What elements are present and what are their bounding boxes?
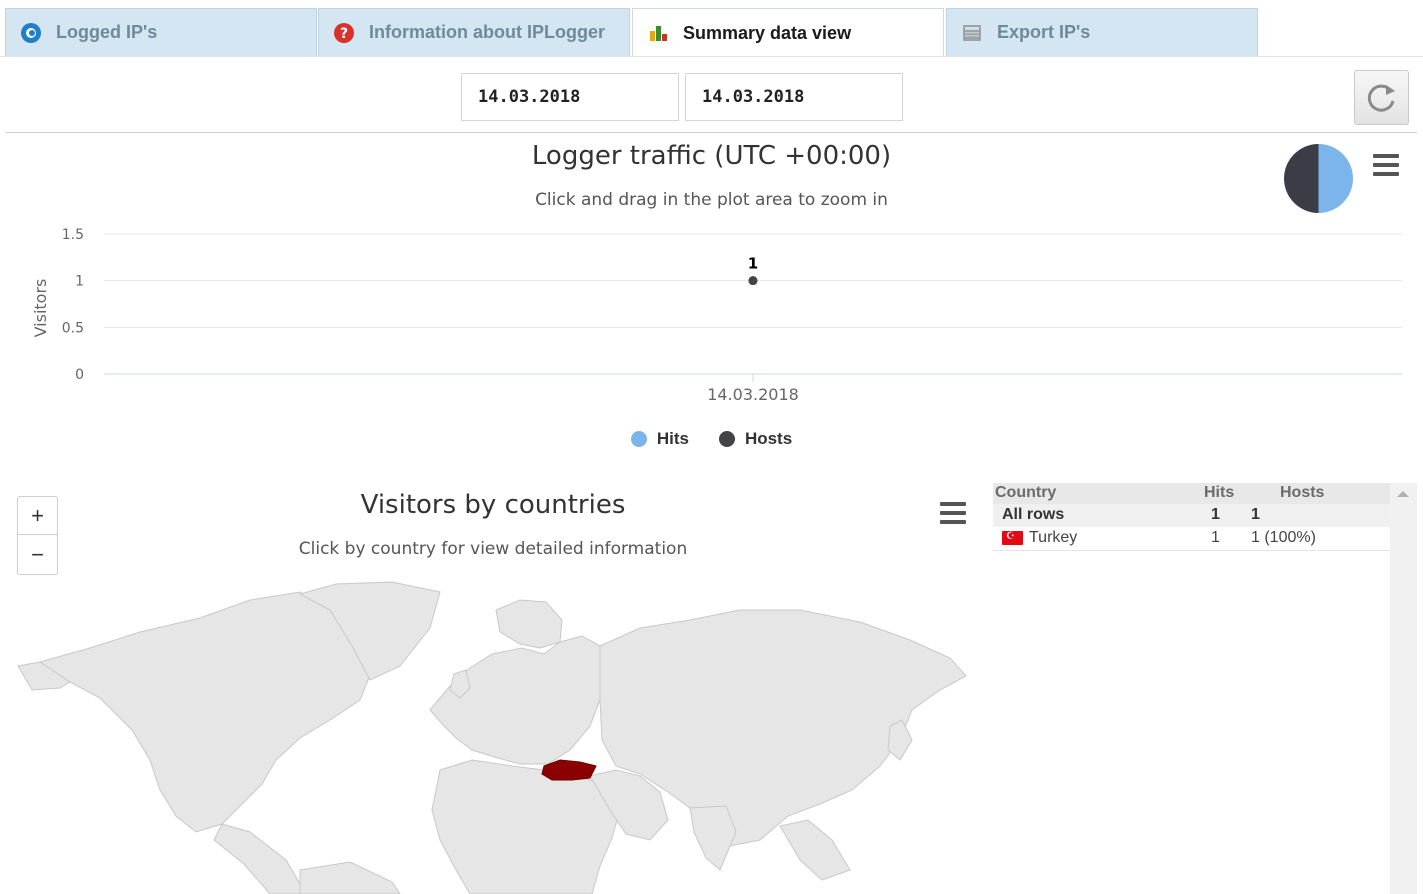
y-tick-label: 1 [75,274,84,290]
legend-label-hits: Hits [656,429,689,448]
map-subtitle: Click by country for view detailed infor… [298,539,688,559]
world-map[interactable] [0,570,986,894]
tab-label: Information about IPLogger [369,22,605,42]
traffic-chart-subtitle: Click and drag in the plot area to zoom … [535,190,888,210]
all-rows-hits: 1 [1211,506,1220,523]
traffic-chart-title: Logger traffic (UTC +00:00) [531,141,892,171]
map-region-central-america [213,823,307,894]
tab-label: Export IP's [997,22,1091,42]
country-cell: Turkey [1002,529,1077,547]
eye-icon [20,22,42,44]
map-region-india [689,805,737,871]
all-rows-hosts: 1 [1251,506,1260,523]
hits-dot-icon [630,431,647,447]
table-row-all-rows[interactable]: All rows 1 1 [993,504,1390,527]
tab-information[interactable]: ? Information about IPLogger [318,8,630,56]
map-title: Visitors by countries [360,490,626,520]
legend-item-hits[interactable]: Hits [630,429,689,449]
pie-chart-toggle-icon[interactable] [1284,144,1353,213]
column-header-hits[interactable]: Hits [1204,484,1234,502]
table-scrollbar[interactable] [1390,483,1417,894]
document-icon [961,22,983,44]
tab-label: Summary data view [683,22,852,43]
map-region-scandinavia [495,599,563,649]
date-from-input[interactable]: 14.03.2018 [461,73,679,121]
tab-export-ips[interactable]: Export IP's [946,8,1258,56]
map-region-africa [431,759,621,894]
column-header-hosts[interactable]: Hosts [1280,484,1324,502]
y-tick-label: 0 [75,367,84,383]
map-region-japan [887,719,913,761]
hamburger-menu-icon[interactable] [1373,154,1399,176]
map-region-south-america [299,861,401,894]
refresh-button[interactable] [1354,70,1409,125]
scroll-up-arrow-icon[interactable] [1397,491,1409,497]
data-label: 1 [748,255,758,273]
hits-cell: 1 [1211,529,1220,546]
turkey-flag-icon [1002,530,1023,545]
legend-label-hosts: Hosts [744,429,793,448]
legend-item-hosts[interactable]: Hosts [718,429,793,449]
tab-bar: Logged IP's ? Information about IPLogger… [0,0,1423,57]
y-tick-label: 1.5 [62,227,84,243]
hosts-dot-icon [718,431,735,447]
all-rows-label: All rows [1002,506,1065,523]
bar-chart-icon [647,22,669,44]
refresh-icon [1367,84,1395,112]
table-header-row: Country Hits Hosts [993,483,1390,504]
map-region-europe [429,635,605,765]
tab-summary-data-view[interactable]: Summary data view [632,8,944,57]
tab-label: Logged IP's [56,22,158,42]
country-table: Country Hits Hosts All rows 1 1 Turkey 1… [993,483,1390,894]
table-row[interactable]: Turkey 1 1 (100%) [993,527,1390,551]
map-hamburger-menu-icon[interactable] [940,502,966,524]
x-tick-label: 14.03.2018 [707,385,799,404]
section-divider [6,132,1417,133]
y-axis-label: Visitors [31,279,50,338]
question-icon: ? [333,22,355,44]
date-to-input[interactable]: 14.03.2018 [685,73,903,121]
map-region-north-america [38,591,373,833]
chart-legend: Hits Hosts [0,429,1423,449]
tab-logged-ips[interactable]: Logged IP's [5,8,317,56]
map-region-southeast-asia [779,819,851,881]
tab-divider [0,56,1423,57]
data-point-hosts [748,276,758,286]
column-header-country[interactable]: Country [995,484,1056,502]
hosts-cell: 1 (100%) [1251,529,1316,546]
svg-text:?: ? [340,26,348,42]
y-tick-label: 0.5 [62,320,84,336]
traffic-line-chart[interactable]: 0 0.5 1 1.5 Visitors 14.03.2018 1 [0,220,1423,415]
country-name: Turkey [1029,529,1078,546]
